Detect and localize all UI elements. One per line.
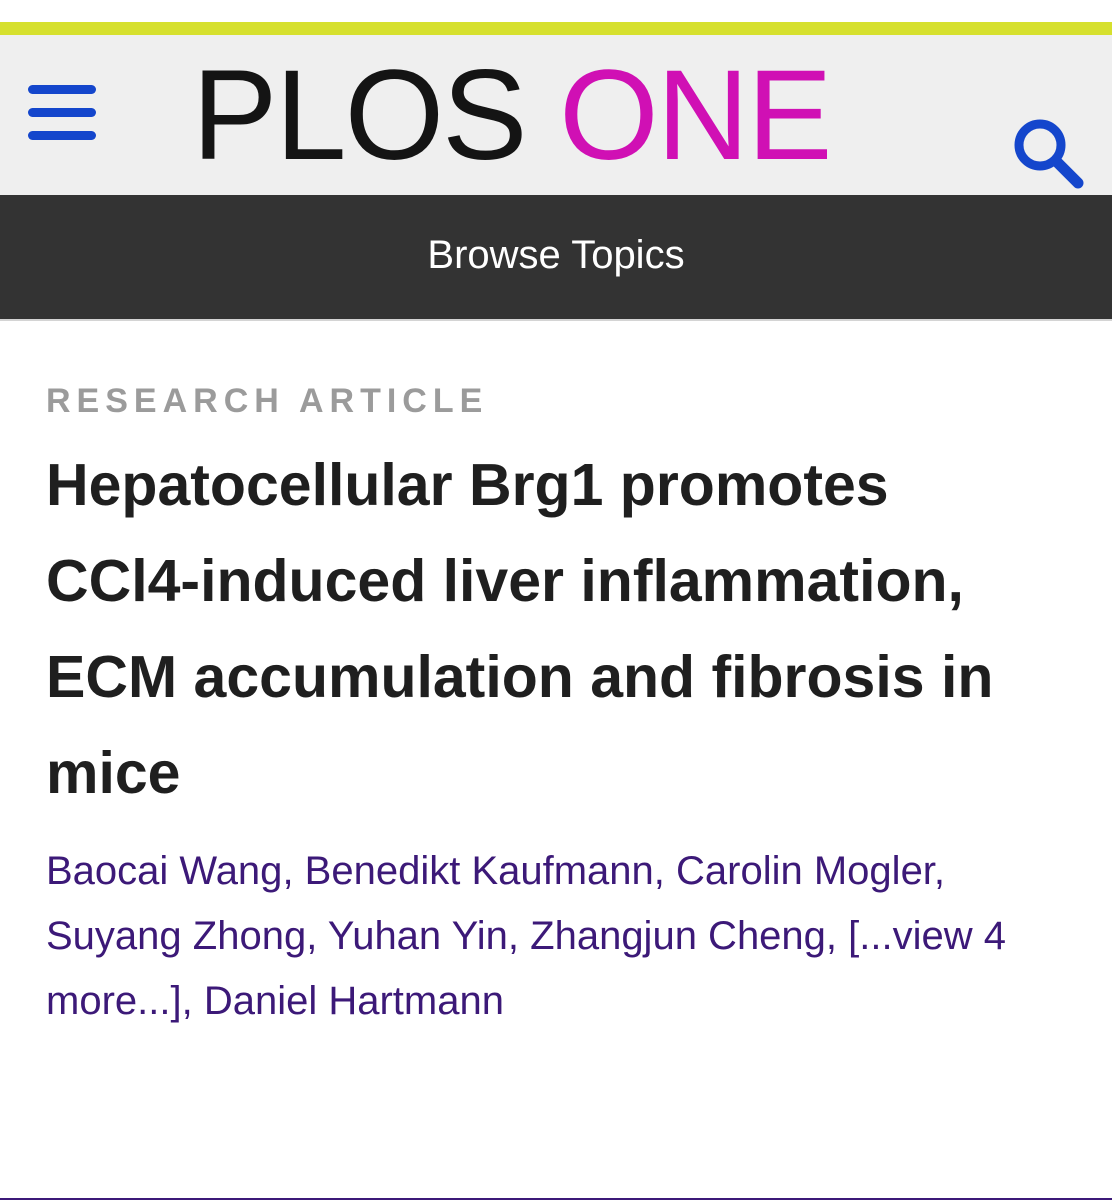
hamburger-menu-icon[interactable] xyxy=(24,83,98,143)
page: PLOS ONE Browse Topics RESEARCH ARTICLE … xyxy=(0,0,1112,1200)
article-type-label: RESEARCH ARTICLE xyxy=(46,382,489,420)
search-icon[interactable] xyxy=(1006,115,1090,195)
menu-bar-top xyxy=(28,85,96,94)
author-link[interactable]: Carolin Mogler xyxy=(676,849,934,893)
masthead: PLOS ONE xyxy=(0,35,1112,195)
menu-bar-bottom xyxy=(28,131,96,140)
plos-one-logo[interactable]: PLOS ONE xyxy=(192,51,832,181)
menu-bar-middle xyxy=(28,108,96,117)
top-spacer xyxy=(0,0,1112,22)
accent-bar xyxy=(0,22,1112,35)
browse-topics-link[interactable]: Browse Topics xyxy=(427,233,684,278)
logo-plos: PLOS xyxy=(192,44,527,187)
search-icon-graphic xyxy=(1014,119,1084,189)
author-link[interactable]: Zhangjun Cheng xyxy=(530,914,826,958)
author-link[interactable]: Baocai Wang xyxy=(46,849,282,893)
author-link[interactable]: Benedikt Kaufmann xyxy=(305,849,654,893)
topics-nav-bar: Browse Topics xyxy=(0,195,1112,319)
author-link[interactable]: Daniel Hartmann xyxy=(204,979,504,1023)
author-link[interactable]: Suyang Zhong xyxy=(46,914,306,958)
article-header: RESEARCH ARTICLE Hepatocellular Brg1 pro… xyxy=(0,321,1112,1034)
logo-one: ONE xyxy=(559,44,832,187)
author-list: Baocai Wang, Benedikt Kaufmann, Carolin … xyxy=(46,849,1006,1023)
article-title: Hepatocellular Brg1 promotes CCl4-induce… xyxy=(46,452,994,806)
author-link[interactable]: Yuhan Yin xyxy=(328,914,508,958)
